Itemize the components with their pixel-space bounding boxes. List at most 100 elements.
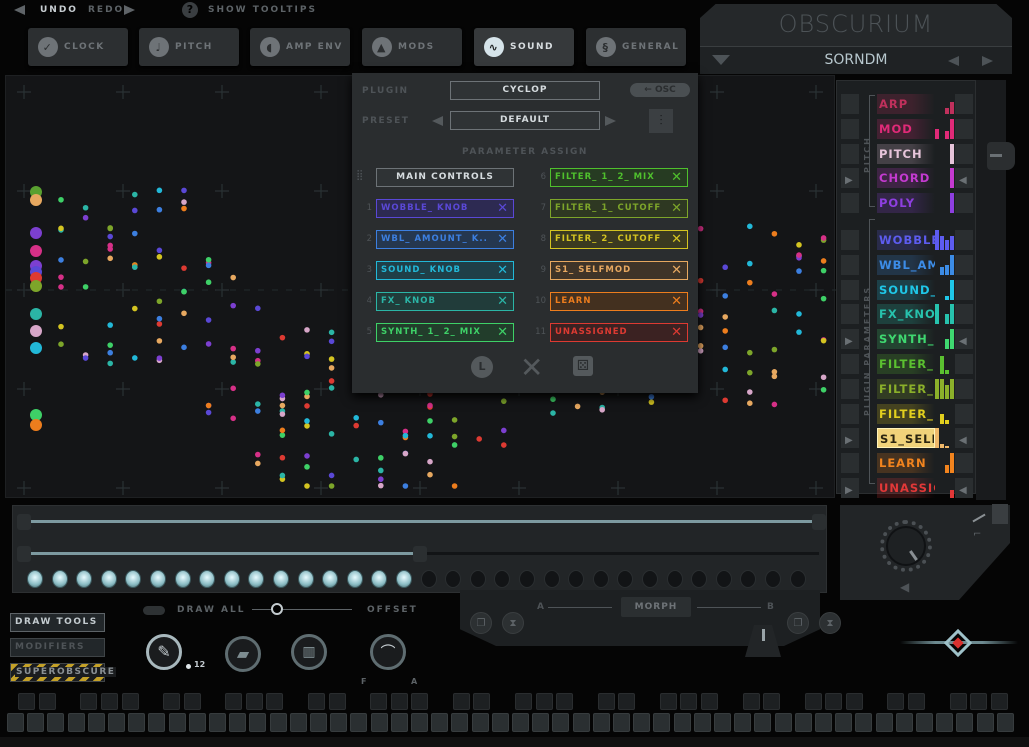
row-left-pad[interactable] — [841, 118, 859, 139]
main-controls-button[interactable]: MAIN CONTROLS — [376, 168, 514, 187]
draw-all-toggle[interactable] — [143, 606, 165, 615]
morph-button[interactable]: MORPH — [621, 597, 691, 617]
key-lower[interactable] — [572, 713, 590, 732]
sidebar-param-row[interactable]: POLY — [841, 192, 973, 214]
key-upper[interactable] — [162, 693, 180, 710]
sidebar-param-row[interactable]: WBL_AM — [841, 254, 973, 276]
key-lower[interactable] — [996, 713, 1014, 732]
sidebar-param-row[interactable]: FILTER_ — [841, 378, 973, 400]
remove-icon[interactable]: ✕ — [497, 262, 509, 279]
key-lower[interactable] — [330, 713, 348, 732]
step-led[interactable] — [223, 570, 240, 588]
drag-handle-icon[interactable]: ⣿ — [356, 170, 363, 181]
key-lower[interactable] — [27, 713, 45, 732]
step-led[interactable] — [592, 570, 609, 588]
key-lower[interactable] — [592, 713, 610, 732]
key-lower[interactable] — [67, 713, 85, 732]
key-upper[interactable] — [887, 693, 905, 710]
row-left-pad[interactable] — [841, 193, 859, 214]
row-right-pad[interactable]: ◀ — [955, 428, 973, 449]
row-left-pad[interactable] — [841, 304, 859, 325]
row-right-pad[interactable] — [955, 230, 973, 250]
range-slider-partial[interactable] — [19, 552, 419, 555]
sidebar-param-row[interactable]: ▶ UNASSIC ◀ — [841, 477, 973, 499]
step-led[interactable] — [174, 570, 191, 588]
remove-icon[interactable]: ✕ — [497, 324, 509, 341]
key-upper[interactable] — [556, 693, 574, 710]
redo-arrow-icon[interactable] — [124, 5, 135, 15]
key-lower[interactable] — [734, 713, 752, 732]
next-plugin-preset-icon[interactable] — [605, 116, 616, 126]
key-lower[interactable] — [108, 713, 125, 732]
key-upper[interactable] — [18, 693, 35, 710]
step-led[interactable] — [420, 570, 437, 588]
key-upper[interactable] — [80, 693, 98, 710]
key-upper[interactable] — [990, 693, 1008, 710]
slider-handle[interactable] — [413, 546, 427, 562]
key-lower[interactable] — [815, 713, 832, 732]
key-lower[interactable] — [350, 713, 368, 732]
tab-clock[interactable]: ✓ CLOCK — [28, 28, 128, 66]
sidebar-param-row[interactable]: WOBBLE — [841, 229, 973, 251]
slider-handle[interactable] — [17, 514, 31, 530]
mode-toggle[interactable] — [992, 504, 1008, 524]
slider-handle[interactable] — [17, 546, 31, 562]
key-upper[interactable] — [390, 693, 408, 710]
row-right-pad[interactable]: ◀ — [955, 329, 973, 350]
next-preset-icon[interactable] — [982, 56, 993, 66]
key-lower[interactable] — [956, 713, 974, 732]
key-upper[interactable] — [804, 693, 822, 710]
step-led[interactable] — [396, 570, 412, 588]
draw-tools-button[interactable]: DRAW TOOLS — [10, 613, 105, 632]
key-upper[interactable] — [245, 693, 263, 710]
plugin-preset-select[interactable]: DEFAULT — [450, 111, 600, 130]
row-left-pad[interactable] — [841, 378, 859, 399]
step-led[interactable] — [27, 570, 43, 588]
step-led[interactable] — [519, 570, 535, 588]
key-upper[interactable] — [970, 693, 988, 710]
param-slot[interactable]: S1_ SELFMOD ✕ — [550, 261, 688, 280]
row-left-pad[interactable]: ▶ — [841, 478, 859, 498]
key-lower[interactable] — [895, 713, 913, 732]
key-upper[interactable] — [411, 693, 429, 710]
remove-icon[interactable]: ✕ — [671, 231, 683, 248]
brush-tool-knob[interactable]: ▥ — [291, 634, 327, 670]
remove-icon[interactable]: ✕ — [671, 262, 683, 279]
key-lower[interactable] — [754, 713, 772, 732]
preset-selector[interactable]: SORNDM — [700, 46, 1012, 74]
key-lower[interactable] — [431, 713, 449, 732]
row-left-pad[interactable] — [841, 94, 859, 114]
param-slot[interactable]: FILTER_ 2_ CUTOFF ✕ — [550, 230, 688, 249]
key-lower[interactable] — [47, 713, 65, 732]
learn-icon[interactable]: L — [471, 356, 493, 378]
step-led[interactable] — [765, 570, 781, 588]
tab-pitch[interactable]: ♩ PITCH — [139, 28, 239, 66]
key-lower[interactable] — [249, 713, 267, 732]
key-lower[interactable] — [693, 713, 711, 732]
plugin-select[interactable]: CYCLOP — [450, 81, 600, 100]
osc-button[interactable]: ← OSC — [630, 83, 690, 97]
param-slot[interactable]: SOUND_ KNOB ✕ — [376, 261, 514, 280]
param-slot[interactable]: SYNTH_ 1_ 2_ MIX ✕ — [376, 323, 514, 342]
key-lower[interactable] — [7, 713, 24, 732]
remove-icon[interactable]: ✕ — [671, 324, 683, 341]
key-lower[interactable] — [774, 713, 792, 732]
row-left-pad[interactable] — [841, 403, 859, 424]
key-upper[interactable] — [597, 693, 615, 710]
remove-icon[interactable]: ✕ — [671, 293, 683, 310]
key-lower[interactable] — [411, 713, 428, 732]
key-lower[interactable] — [269, 713, 287, 732]
key-upper[interactable] — [618, 693, 636, 710]
row-left-pad[interactable]: ▶ — [841, 329, 859, 350]
row-right-pad[interactable]: ◀ — [955, 168, 973, 189]
key-lower[interactable] — [209, 713, 226, 732]
row-right-pad[interactable] — [955, 304, 973, 325]
copy-b-icon[interactable]: ❐ — [787, 612, 809, 634]
paste-b-icon[interactable]: ⧗ — [819, 612, 841, 634]
eraser-tool-knob[interactable]: ▰ — [225, 636, 261, 672]
key-lower[interactable] — [491, 713, 509, 732]
key-upper[interactable] — [225, 693, 242, 710]
tab-general[interactable]: § GENERAL — [586, 28, 686, 66]
paste-a-icon[interactable]: ⧗ — [502, 612, 524, 634]
superobscure-button[interactable]: SUPEROBSCURE — [10, 663, 117, 682]
